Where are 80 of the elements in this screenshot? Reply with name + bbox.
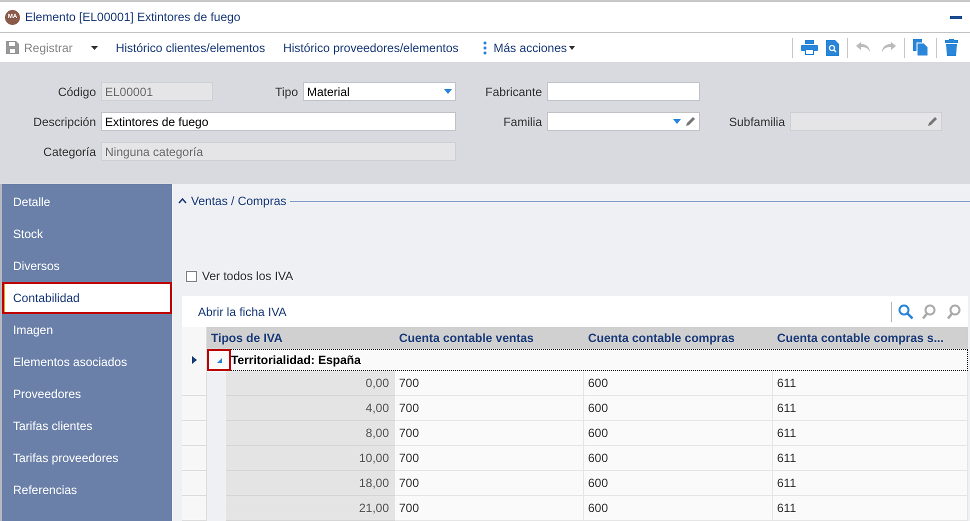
table-cell: 611: [773, 471, 968, 496]
trash-icon[interactable]: [945, 39, 958, 56]
minimize-icon[interactable]: [950, 16, 962, 18]
dropdown-icon: [673, 119, 681, 124]
table-cell: 700: [395, 371, 584, 396]
sidebar-item[interactable]: Diversos: [2, 250, 172, 282]
table-cell: 600: [584, 371, 773, 396]
field-label: Categoría: [42, 144, 97, 160]
table-cell: 600: [584, 421, 773, 446]
preview-icon[interactable]: [826, 40, 839, 56]
field-label: Tipo: [274, 84, 299, 100]
sidebar-item[interactable]: Tarifas clientes: [2, 410, 172, 442]
field-label: Código: [56, 84, 97, 100]
field-label: Subfamilia: [728, 114, 786, 130]
select-field[interactable]: Material: [303, 82, 456, 101]
caret-icon[interactable]: [90, 46, 98, 50]
row-pointer-icon: [192, 356, 196, 364]
table-cell: 600: [584, 396, 773, 421]
toolbar-button[interactable]: Histórico proveedores/elementos: [283, 38, 459, 56]
sidebar-item[interactable]: Tarifas proveedores: [2, 442, 172, 474]
table-cell: 21,00: [226, 496, 395, 521]
sidebar-item[interactable]: Proveedores: [2, 378, 172, 410]
window-title: Elemento [EL00001] Extintores de fuego: [25, 9, 242, 26]
sidebar-item[interactable]: Referencias: [2, 474, 172, 506]
table-cell: 611: [773, 396, 968, 421]
table-cell: 4,00: [226, 396, 395, 421]
register-button[interactable]: Registrar: [6, 38, 73, 56]
group-toggle[interactable]: [208, 350, 230, 370]
pencil-icon[interactable]: [685, 116, 696, 127]
table-cell: 700: [395, 421, 584, 446]
collapse-icon: [178, 198, 187, 204]
table-cell: 611: [773, 421, 968, 446]
search-next-icon[interactable]: [946, 304, 962, 320]
save-icon: [6, 41, 19, 54]
sidebar-item[interactable]: Contabilidad: [2, 282, 172, 314]
input-field[interactable]: [547, 112, 700, 131]
column-header[interactable]: Cuenta contable compras s...: [773, 327, 968, 349]
column-header[interactable]: Tipos de IVA: [207, 327, 395, 349]
table-cell: 600: [584, 496, 773, 521]
table-cell: 700: [395, 396, 584, 421]
table-cell: 18,00: [226, 471, 395, 496]
print-icon[interactable]: [801, 40, 818, 55]
table-cell: 700: [395, 496, 584, 521]
section-title: Ventas / Compras: [191, 193, 286, 210]
sidebar-item[interactable]: Detalle: [2, 186, 172, 218]
table-cell: 611: [773, 371, 968, 396]
more-icon: [482, 40, 487, 54]
column-header[interactable]: Cuenta contable ventas: [395, 327, 584, 349]
sidebar-item[interactable]: Stock: [2, 218, 172, 250]
triangle-icon: [216, 358, 222, 362]
search-icon[interactable]: [898, 304, 914, 320]
table-cell: 8,00: [226, 421, 395, 446]
field-label: Familia: [502, 114, 543, 130]
table-cell: 600: [584, 471, 773, 496]
caret-icon: [568, 46, 575, 50]
more-actions-button[interactable]: Más acciones: [482, 38, 575, 56]
table-cell: 700: [395, 446, 584, 471]
toolbar-button[interactable]: Histórico clientes/elementos: [116, 38, 266, 56]
copy-icon[interactable]: [913, 39, 928, 56]
dropdown-icon: [444, 89, 452, 94]
table-cell: 10,00: [226, 446, 395, 471]
search-previous-icon[interactable]: [922, 304, 938, 320]
table-cell: 700: [395, 471, 584, 496]
column-header[interactable]: Cuenta contable compras: [584, 327, 773, 349]
field-label: Descripción: [32, 114, 97, 130]
open-iva-link[interactable]: Abrir la ficha IVA: [198, 302, 891, 320]
table-cell: 0,00: [226, 371, 395, 396]
table-cell: 611: [773, 496, 968, 521]
table-cell: 611: [773, 446, 968, 471]
sidebar-item[interactable]: Imagen: [2, 314, 172, 346]
undo-icon[interactable]: [856, 42, 872, 53]
input-field[interactable]: [547, 82, 700, 101]
field-label: Fabricante: [484, 84, 543, 100]
group-label: Territorialidad: España: [231, 352, 361, 369]
sidebar-item[interactable]: Elementos asociados: [2, 346, 172, 378]
table-cell: 600: [584, 446, 773, 471]
show-all-checkbox[interactable]: Ver todos los IVA: [186, 267, 970, 285]
section-toggle[interactable]: Ventas / Compras: [178, 192, 286, 210]
input-field[interactable]: Extintores de fuego: [101, 112, 456, 131]
redo-icon[interactable]: [880, 42, 896, 53]
